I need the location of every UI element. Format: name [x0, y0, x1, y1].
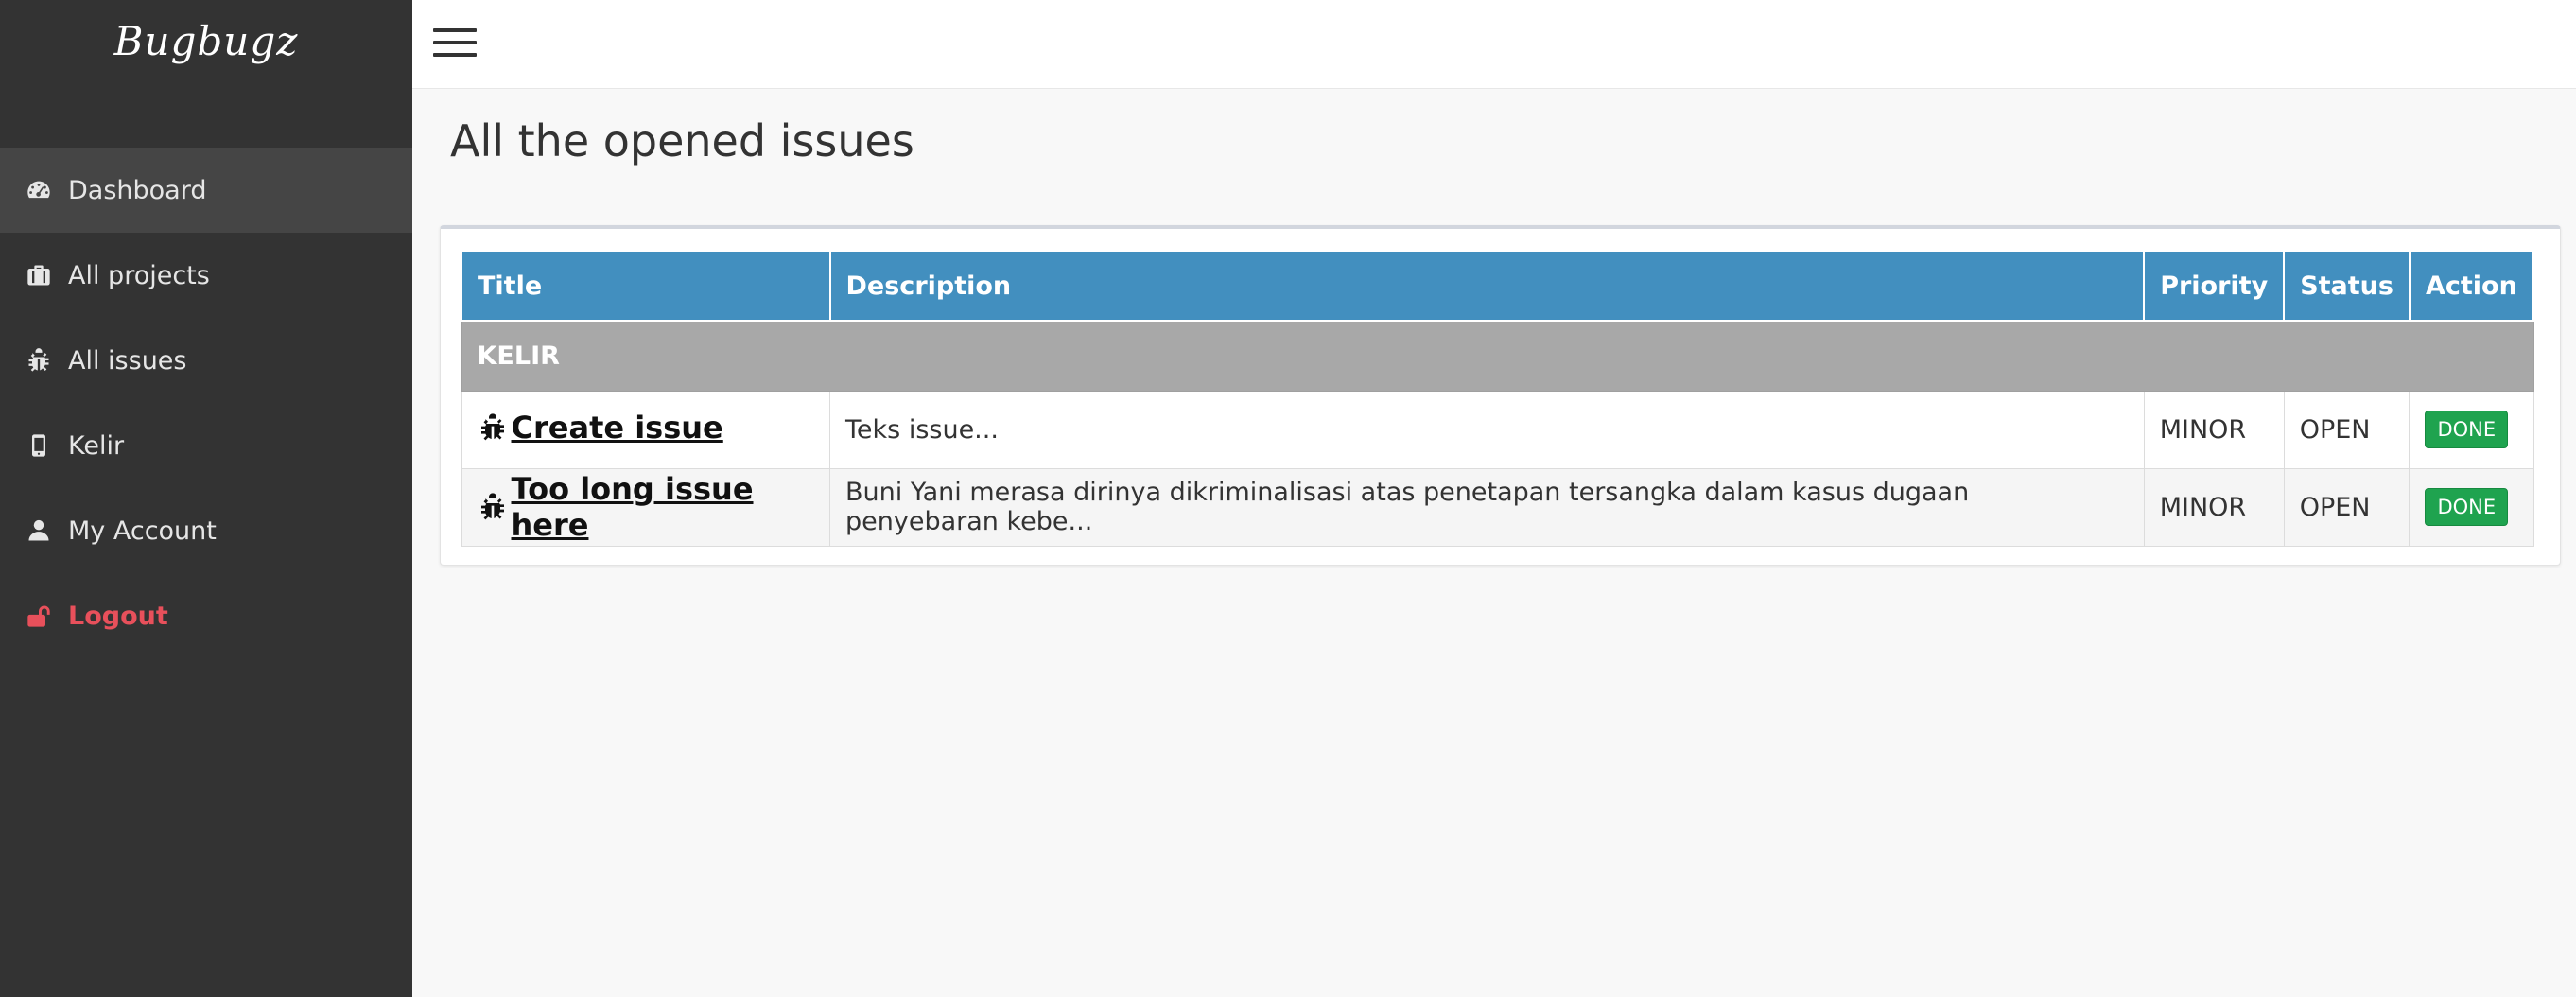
project-group-label: KELIR [461, 320, 2534, 392]
sidebar-item-label: All projects [68, 260, 210, 290]
table-header-row: Title Description Priority Status Action [461, 250, 2535, 322]
issue-status-cell: OPEN [2283, 467, 2411, 547]
top-navbar [412, 0, 2576, 89]
issue-title-cell: Too long issue here [461, 467, 831, 547]
column-header-description: Description [828, 250, 2146, 322]
dashboard-icon [25, 176, 53, 204]
issues-table: Title Description Priority Status Action… [461, 250, 2535, 547]
bug-icon [478, 492, 508, 522]
issue-title-text: Create issue [511, 410, 723, 446]
issue-status-cell: OPEN [2283, 390, 2411, 469]
issue-title-link[interactable]: Create issue [478, 410, 723, 446]
issue-description-cell: Buni Yani merasa dirinya dikriminalisasi… [829, 467, 2145, 547]
mobile-icon [25, 431, 53, 460]
sidebar-item-my-account[interactable]: My Account [0, 488, 412, 573]
issue-priority-cell: MINOR [2143, 390, 2285, 469]
done-button[interactable]: DONE [2425, 411, 2509, 448]
sidebar: Bugbugz Dashboard All projects All issue… [0, 0, 412, 997]
column-header-action: Action [2408, 250, 2535, 322]
sidebar-nav: Dashboard All projects All issues Kelir … [0, 148, 412, 658]
bug-icon [478, 412, 508, 443]
sidebar-item-label: Kelir [68, 430, 125, 461]
sidebar-item-label: Dashboard [68, 175, 207, 205]
sidebar-item-all-issues[interactable]: All issues [0, 318, 412, 403]
bug-icon [25, 346, 53, 375]
user-icon [25, 516, 53, 545]
issue-title-link[interactable]: Too long issue here [478, 471, 815, 543]
column-header-status: Status [2283, 250, 2411, 322]
unlock-icon [25, 602, 53, 630]
column-header-title: Title [461, 250, 831, 322]
sidebar-item-all-projects[interactable]: All projects [0, 233, 412, 318]
project-group-row: KELIR [461, 320, 2534, 392]
issue-title-text: Too long issue here [511, 471, 754, 543]
done-button[interactable]: DONE [2425, 488, 2509, 526]
sidebar-item-label: All issues [68, 345, 187, 376]
sidebar-item-dashboard[interactable]: Dashboard [0, 148, 412, 233]
page-title: All the opened issues [450, 115, 914, 166]
issue-priority-cell: MINOR [2143, 467, 2285, 547]
sidebar-item-label: My Account [68, 516, 217, 546]
sidebar-item-logout[interactable]: Logout [0, 573, 412, 658]
issue-action-cell: DONE [2409, 390, 2534, 469]
briefcase-icon [25, 261, 53, 289]
issues-panel: Title Description Priority Status Action… [440, 225, 2561, 566]
issue-action-cell: DONE [2409, 467, 2534, 547]
column-header-priority: Priority [2143, 250, 2286, 322]
issue-title-cell: Create issue [461, 390, 831, 469]
brand-logo[interactable]: Bugbugz [0, 0, 412, 91]
issue-description-cell: Teks issue... [829, 390, 2145, 469]
table-row: Too long issue here Buni Yani merasa dir… [461, 467, 2534, 547]
sidebar-item-kelir[interactable]: Kelir [0, 403, 412, 488]
table-row: Create issue Teks issue... MINOR OPEN DO… [461, 390, 2534, 469]
menu-toggle-icon[interactable] [433, 28, 477, 61]
sidebar-item-label: Logout [68, 601, 168, 631]
